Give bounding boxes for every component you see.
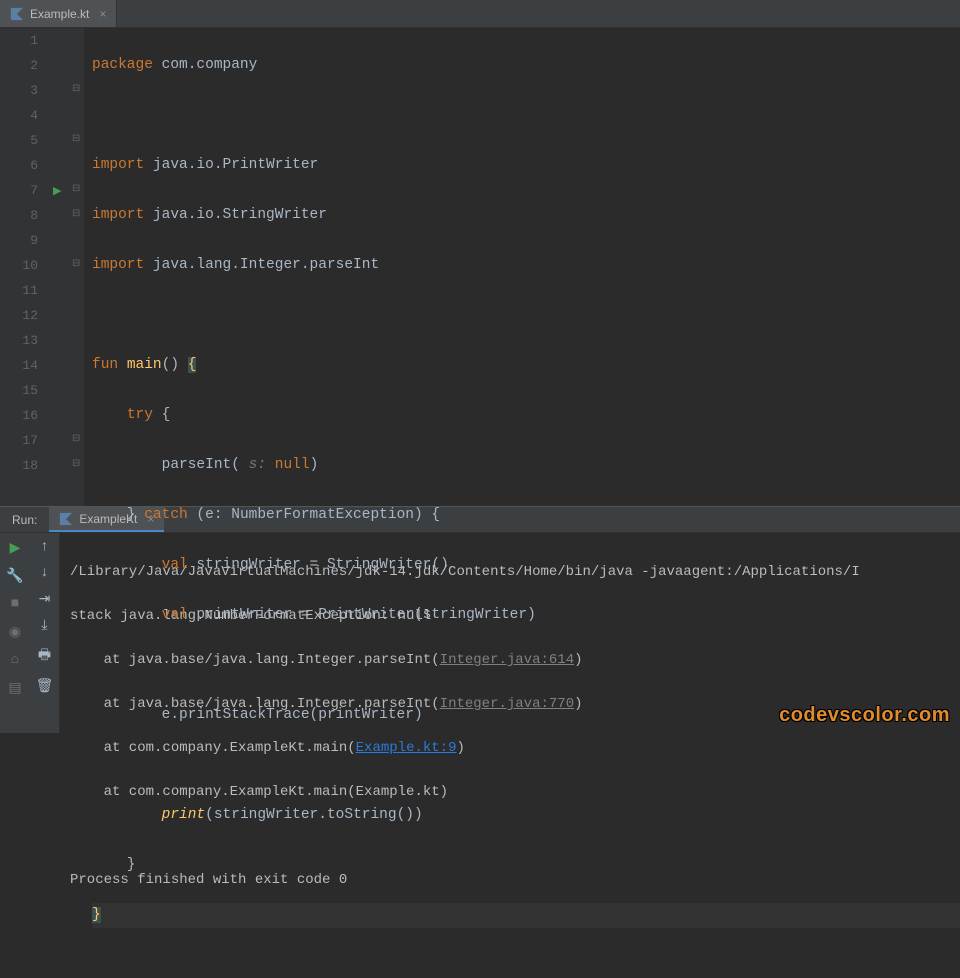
- code-token: stringWriter = StringWriter(): [188, 557, 449, 573]
- soft-wrap-icon[interactable]: ⇥: [39, 591, 51, 608]
- run-toolbar-primary: ▶ 🔧 ■ ◉ ⌂ ▤: [0, 533, 30, 733]
- line-number: 3: [0, 78, 38, 103]
- code-token: import: [92, 207, 144, 223]
- tab-filename: Example.kt: [30, 7, 89, 21]
- code-token: printWriter = PrintWriter(stringWriter): [188, 607, 536, 623]
- console-line: at com.company.ExampleKt.main(Example.kt…: [70, 781, 950, 803]
- line-number: 1: [0, 28, 38, 53]
- fold-handle-icon[interactable]: ⊟: [72, 133, 80, 145]
- code-token: val: [162, 607, 188, 623]
- fold-handle-icon[interactable]: ⊟: [72, 433, 80, 445]
- line-number: 13: [0, 328, 38, 353]
- code-token: {: [188, 357, 197, 373]
- editor-tab[interactable]: Example.kt ×: [0, 0, 117, 27]
- fold-handle-icon[interactable]: ⊟: [72, 83, 80, 95]
- parameter-hint: s:: [240, 457, 275, 473]
- fold-gutter: ⊟ ⊟ ⊟ ⊟ ⊟ ⊟ ⊟: [70, 28, 84, 506]
- code-token: fun: [92, 357, 118, 373]
- editor-tab-bar: Example.kt ×: [0, 0, 960, 28]
- code-token: import: [92, 157, 144, 173]
- line-number: 9: [0, 228, 38, 253]
- kotlin-file-icon: [10, 7, 24, 21]
- code-token: }: [92, 907, 101, 923]
- fold-handle-icon[interactable]: ⊟: [72, 208, 80, 220]
- run-toolbar-secondary: ↑ ↓ ⇥ ⤓ 🖶 🗑: [30, 533, 60, 733]
- run-panel-title: Run:: [0, 513, 49, 527]
- code-token: catch: [144, 507, 188, 523]
- code-token: main: [127, 357, 162, 373]
- line-number: 7: [0, 178, 38, 203]
- code-token: [92, 807, 162, 823]
- line-number: 14: [0, 353, 38, 378]
- line-number: 2: [0, 53, 38, 78]
- rerun-icon[interactable]: ▶: [6, 539, 24, 557]
- fold-handle-icon[interactable]: ⊟: [72, 458, 80, 470]
- code-token: e.printStackTrace(printWriter): [92, 707, 423, 723]
- watermark: codevscolor.com: [779, 704, 950, 727]
- down-icon[interactable]: ↓: [40, 565, 48, 581]
- line-number: 16: [0, 403, 38, 428]
- run-gutter: ▶: [50, 28, 70, 506]
- line-number-gutter: 1 2 3 4 5 6 7 8 9 10 11 12 13 14 15 16 1…: [0, 28, 50, 506]
- code-token: com.company: [153, 57, 257, 73]
- fold-handle-icon[interactable]: ⊟: [72, 258, 80, 270]
- bug-icon[interactable]: ⌂: [6, 651, 24, 669]
- code-token: ): [310, 457, 319, 473]
- code-token: java.io.StringWriter: [144, 207, 327, 223]
- code-token: try: [127, 407, 153, 423]
- stop-icon[interactable]: ■: [6, 595, 24, 613]
- layout-icon[interactable]: ▤: [6, 679, 24, 697]
- line-number: 8: [0, 203, 38, 228]
- trash-icon[interactable]: 🗑: [36, 678, 54, 695]
- code-token: parseInt(: [92, 457, 240, 473]
- fold-handle-icon[interactable]: ⊟: [72, 183, 80, 195]
- line-number: 5: [0, 128, 38, 153]
- code-token: {: [153, 407, 170, 423]
- code-token: null: [275, 457, 310, 473]
- camera-icon[interactable]: ◉: [6, 623, 24, 641]
- run-line-icon[interactable]: ▶: [53, 184, 61, 198]
- kotlin-file-icon: [59, 512, 73, 526]
- line-number: 18: [0, 453, 38, 478]
- code-token: (e: NumberFormatException) {: [188, 507, 440, 523]
- code-token: java.lang.Integer.parseInt: [144, 257, 379, 273]
- code-area[interactable]: package com.company import java.io.Print…: [84, 28, 960, 506]
- code-token: import: [92, 257, 144, 273]
- wrench-icon[interactable]: 🔧: [6, 567, 24, 585]
- code-token: (stringWriter.toString()): [205, 807, 423, 823]
- up-icon[interactable]: ↑: [40, 539, 48, 555]
- print-icon[interactable]: 🖶: [38, 644, 51, 668]
- line-number: 15: [0, 378, 38, 403]
- line-number: 6: [0, 153, 38, 178]
- line-number: 11: [0, 278, 38, 303]
- code-token: val: [162, 557, 188, 573]
- code-token: package: [92, 57, 153, 73]
- code-token: }: [92, 857, 136, 873]
- close-icon[interactable]: ×: [99, 7, 106, 21]
- line-number: 12: [0, 303, 38, 328]
- line-number: 17: [0, 428, 38, 453]
- editor[interactable]: 1 2 3 4 5 6 7 8 9 10 11 12 13 14 15 16 1…: [0, 28, 960, 506]
- line-number: 4: [0, 103, 38, 128]
- line-number: 10: [0, 253, 38, 278]
- code-token: }: [92, 507, 144, 523]
- code-token: (): [162, 357, 188, 373]
- code-token: print: [162, 807, 206, 823]
- scroll-end-icon[interactable]: ⤓: [41, 618, 47, 634]
- code-token: java.io.PrintWriter: [144, 157, 318, 173]
